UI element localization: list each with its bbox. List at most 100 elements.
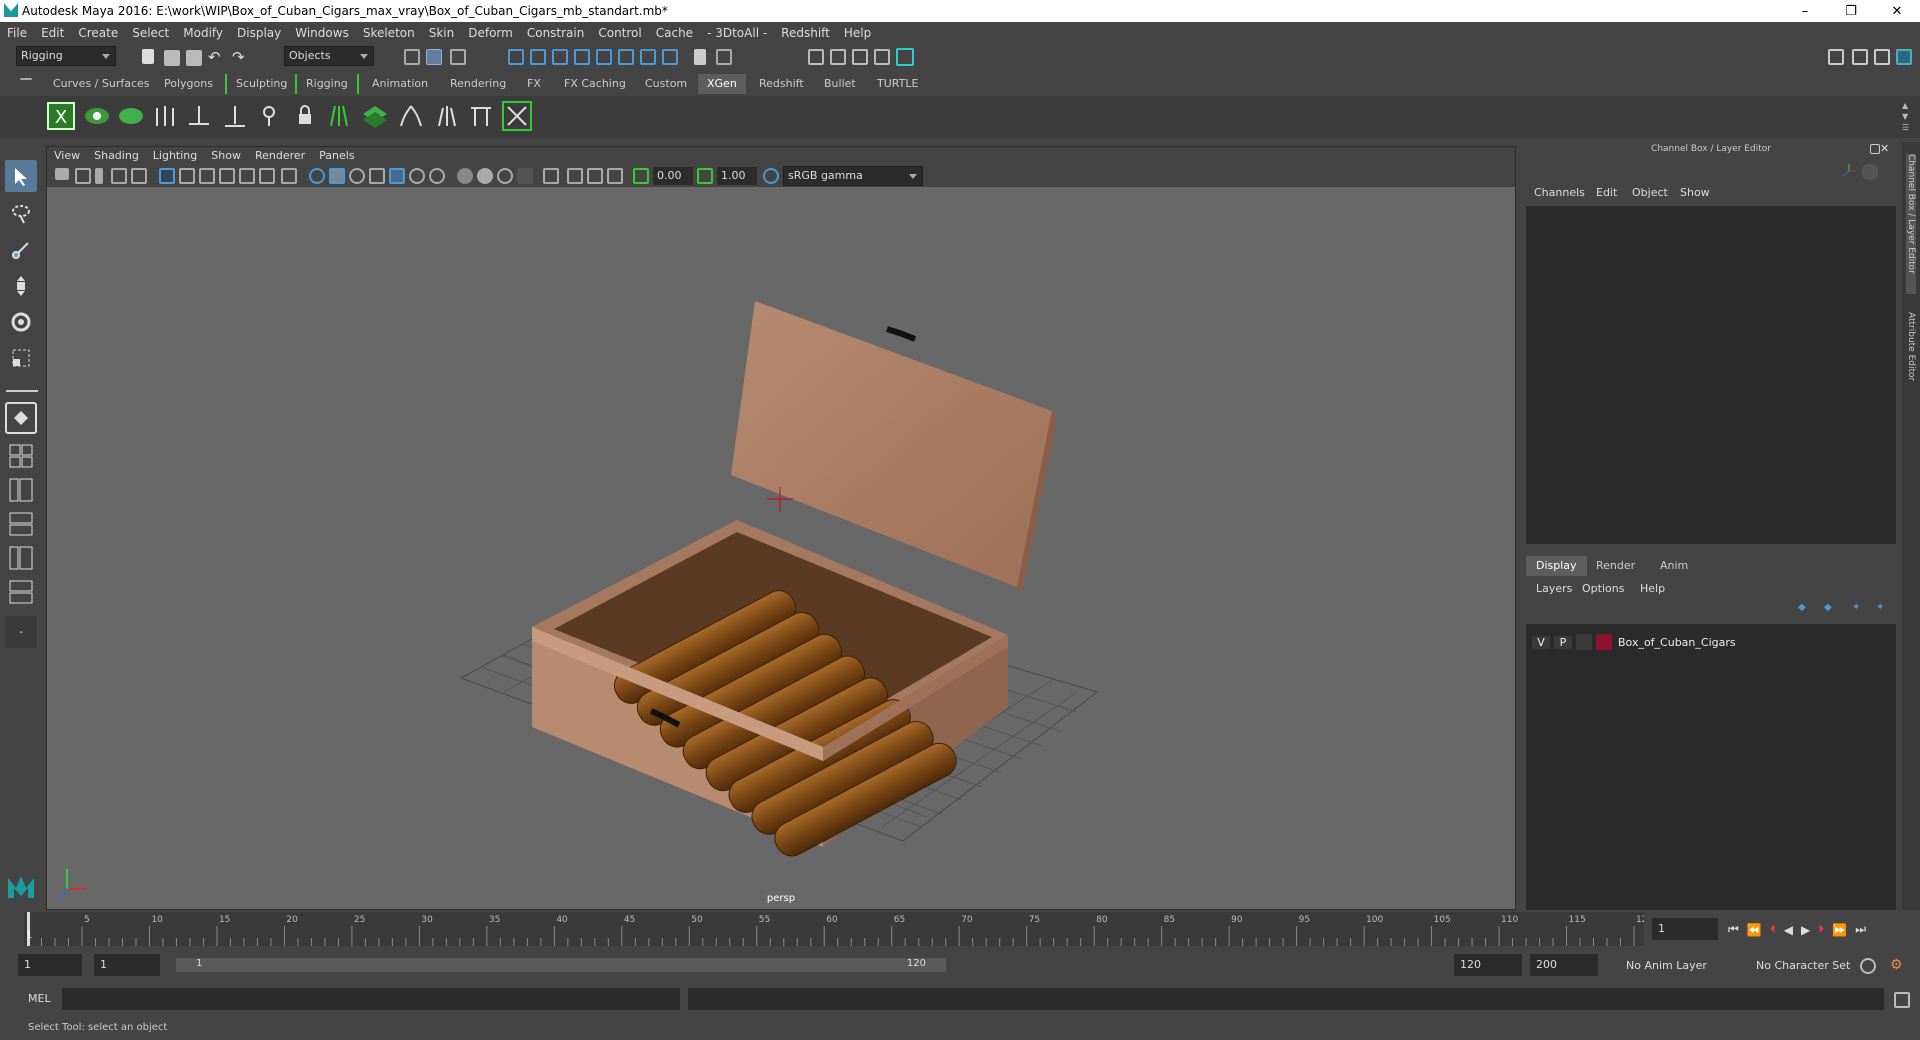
bookmark-icon[interactable] bbox=[95, 168, 103, 184]
tab-render[interactable]: Render bbox=[1586, 556, 1645, 576]
select-component-icon[interactable] bbox=[450, 49, 466, 65]
groom-comb-icon[interactable] bbox=[466, 101, 496, 131]
tab-xgen[interactable]: XGen bbox=[698, 74, 746, 94]
play-forwards-icon[interactable]: ▶ bbox=[1801, 923, 1810, 937]
move-layer-up-icon[interactable]: ◆ bbox=[1798, 602, 1814, 618]
symmetry-icon[interactable] bbox=[662, 49, 678, 65]
menu-cache[interactable]: Cache bbox=[649, 22, 700, 44]
outliner-layout-icon[interactable] bbox=[5, 576, 37, 608]
field-chart-icon[interactable] bbox=[239, 168, 255, 184]
menu-redshift[interactable]: Redshift bbox=[774, 22, 837, 44]
menu-modify[interactable]: Modify bbox=[176, 22, 230, 44]
menu-create[interactable]: Create bbox=[71, 22, 125, 44]
layer-name[interactable]: Box_of_Cuban_Cigars bbox=[1618, 636, 1736, 649]
side-tab-attribute-editor[interactable]: Attribute Editor bbox=[1906, 312, 1916, 381]
start-time-field[interactable]: 1 bbox=[18, 954, 82, 976]
selection-mode-dropdown[interactable]: Objects bbox=[284, 46, 374, 66]
guide-curves-icon[interactable] bbox=[396, 101, 426, 131]
menu-constrain[interactable]: Constrain bbox=[520, 22, 592, 44]
playback-start-field[interactable]: 1 bbox=[94, 954, 160, 976]
step-back-key-icon[interactable]: ⏪ bbox=[1747, 923, 1762, 937]
render-frame-icon[interactable] bbox=[830, 49, 846, 65]
snap-curve-icon[interactable] bbox=[530, 49, 546, 65]
film-gate-icon[interactable] bbox=[179, 168, 195, 184]
channel-box-manipulator-icon[interactable] bbox=[1842, 164, 1858, 180]
motion-blur-icon[interactable] bbox=[477, 168, 493, 184]
tab-display[interactable]: Display bbox=[1526, 556, 1587, 576]
guide-length-icon[interactable] bbox=[254, 101, 284, 131]
go-to-end-icon[interactable]: ⏭ bbox=[1855, 922, 1866, 937]
input-output-icon[interactable] bbox=[716, 49, 732, 65]
anti-aliasing-icon[interactable] bbox=[497, 168, 513, 184]
show-menu[interactable]: Show bbox=[1680, 186, 1710, 199]
menu-control[interactable]: Control bbox=[591, 22, 648, 44]
tab-curves-surfaces[interactable]: Curves / Surfaces bbox=[44, 74, 159, 94]
tab-custom[interactable]: Custom bbox=[636, 74, 696, 94]
snap-point-icon[interactable] bbox=[552, 49, 568, 65]
shelf-scroll-icon[interactable]: ▲ ▼ ☰ bbox=[1902, 100, 1910, 134]
color-management-icon[interactable] bbox=[763, 168, 779, 184]
character-set-dropdown[interactable]: No Character Set bbox=[1756, 959, 1850, 972]
tab-rigging[interactable]: Rigging bbox=[295, 74, 359, 94]
grid-toggle-icon[interactable] bbox=[131, 168, 147, 184]
single-perspective-layout-icon[interactable] bbox=[5, 402, 37, 434]
script-editor-icon[interactable] bbox=[1894, 992, 1910, 1008]
layers-menu[interactable]: Layers bbox=[1536, 582, 1572, 595]
guide-lock-icon[interactable] bbox=[290, 101, 320, 131]
modeling-toolkit-icon[interactable] bbox=[1852, 49, 1868, 65]
step-forward-frame-icon[interactable]: ⏵ bbox=[1818, 922, 1824, 937]
side-tab-channel-box[interactable]: Channel Box / Layer Editor bbox=[1906, 154, 1916, 294]
go-to-start-icon[interactable]: ⏮ bbox=[1728, 922, 1739, 937]
xgen-layer-icon[interactable] bbox=[360, 101, 390, 131]
menu-skeleton[interactable]: Skeleton bbox=[356, 22, 422, 44]
channel-box-list[interactable] bbox=[1526, 206, 1896, 544]
layer-visibility-toggle[interactable]: V bbox=[1532, 635, 1550, 649]
undo-icon[interactable]: ↶ bbox=[208, 50, 224, 66]
smooth-shading-icon[interactable] bbox=[329, 168, 345, 184]
gamma-field[interactable]: 1.00 bbox=[717, 167, 757, 185]
lasso-tool-icon[interactable] bbox=[5, 198, 37, 230]
screen-space-ao-icon[interactable] bbox=[457, 168, 473, 184]
xray-icon[interactable] bbox=[567, 168, 583, 184]
viewport-scene[interactable] bbox=[47, 187, 1515, 909]
tab-rendering[interactable]: Rendering bbox=[441, 74, 515, 94]
step-forward-key-icon[interactable]: ⏩ bbox=[1832, 923, 1847, 937]
xray-joints-icon[interactable] bbox=[587, 168, 603, 184]
perspective-viewport[interactable]: View Shading Lighting Show Renderer Pane… bbox=[46, 146, 1516, 910]
snap-live-icon[interactable] bbox=[618, 49, 634, 65]
open-scene-icon[interactable] bbox=[164, 50, 180, 66]
float-panel-icon[interactable] bbox=[1870, 144, 1880, 154]
close-button[interactable]: ✕ bbox=[1874, 0, 1920, 22]
channel-box-speed-icon[interactable] bbox=[1862, 164, 1878, 180]
menu-3dtoall[interactable]: - 3DtoAll - bbox=[700, 22, 774, 44]
object-menu[interactable]: Object bbox=[1632, 186, 1668, 199]
menu-skin[interactable]: Skin bbox=[422, 22, 462, 44]
textured-icon[interactable] bbox=[389, 168, 405, 184]
snap-view-plane-icon[interactable] bbox=[574, 49, 590, 65]
snap-vertex-icon[interactable] bbox=[640, 49, 656, 65]
menu-display[interactable]: Display bbox=[230, 22, 288, 44]
tab-polygons[interactable]: Polygons bbox=[155, 74, 222, 94]
channels-menu[interactable]: Channels bbox=[1534, 186, 1585, 199]
tab-fx-caching[interactable]: FX Caching bbox=[555, 74, 635, 94]
redo-icon[interactable]: ↷ bbox=[232, 50, 248, 66]
viewport-menu-renderer[interactable]: Renderer bbox=[248, 147, 312, 165]
guide-density-icon[interactable] bbox=[324, 101, 354, 131]
guide-sculpt-icon[interactable] bbox=[220, 101, 250, 131]
anim-layer-dropdown[interactable]: No Anim Layer bbox=[1626, 959, 1707, 972]
viewport-menu-panels[interactable]: Panels bbox=[312, 147, 361, 165]
gate-mask-icon[interactable] bbox=[219, 168, 235, 184]
tab-sculpting[interactable]: Sculpting bbox=[225, 74, 296, 94]
scale-tool-icon[interactable] bbox=[5, 342, 37, 374]
shelf-menu-icon[interactable] bbox=[20, 78, 32, 80]
new-scene-icon[interactable] bbox=[142, 49, 154, 64]
menu-deform[interactable]: Deform bbox=[461, 22, 520, 44]
viewport-menu-view[interactable]: View bbox=[47, 147, 87, 165]
tab-bullet[interactable]: Bullet bbox=[815, 74, 865, 94]
viewport-menu-lighting[interactable]: Lighting bbox=[146, 147, 204, 165]
close-panel-icon[interactable]: ✕ bbox=[1880, 142, 1896, 158]
menu-select[interactable]: Select bbox=[125, 22, 176, 44]
ipr-render-icon[interactable] bbox=[852, 49, 868, 65]
view-transform-dropdown[interactable]: sRGB gamma bbox=[783, 166, 923, 186]
play-backwards-icon[interactable]: ◀ bbox=[1784, 923, 1793, 937]
